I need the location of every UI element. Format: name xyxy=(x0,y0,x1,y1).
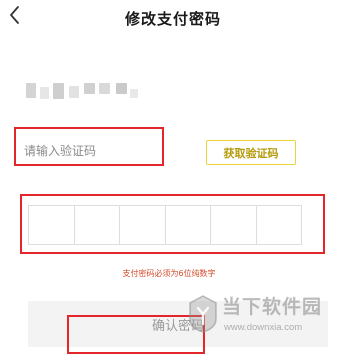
password-digit-box[interactable] xyxy=(75,206,120,244)
password-digit-box[interactable] xyxy=(257,206,302,244)
page-title: 修改支付密码 xyxy=(124,10,221,28)
password-input-group[interactable] xyxy=(28,205,302,245)
password-digit-box[interactable] xyxy=(29,206,75,244)
password-digit-box[interactable] xyxy=(211,206,257,244)
password-digit-box[interactable] xyxy=(166,206,211,244)
password-digit-box[interactable] xyxy=(120,206,166,244)
verification-code-input[interactable] xyxy=(14,127,164,166)
masked-phone-number xyxy=(26,83,138,99)
confirm-button[interactable]: 确认密码 xyxy=(28,301,328,347)
password-hint: 支付密码必须为6位纯数字 xyxy=(122,269,216,278)
get-code-button[interactable]: 获取验证码 xyxy=(206,140,296,165)
